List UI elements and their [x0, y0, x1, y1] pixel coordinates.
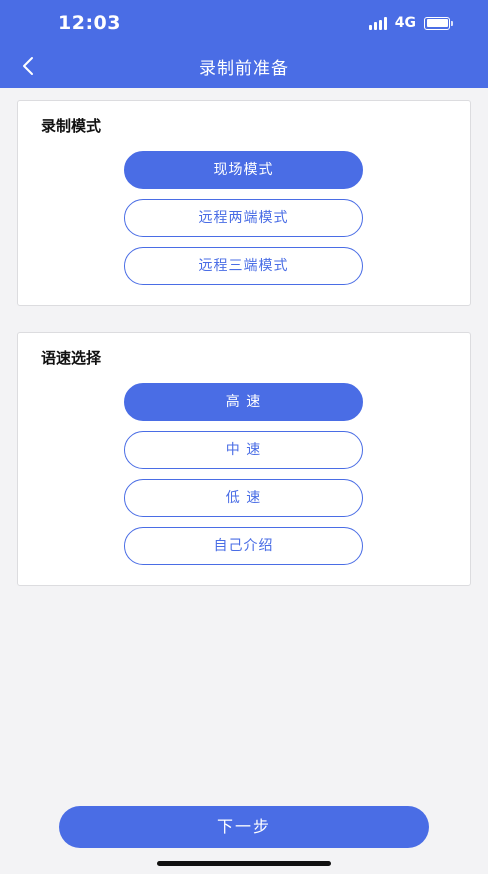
battery-icon [424, 16, 453, 30]
speed-card: 语速选择 高 速 中 速 低 速 自己介绍 [17, 332, 471, 586]
next-button[interactable]: 下一步 [59, 806, 429, 848]
mode-option-remote-three[interactable]: 远程三端模式 [124, 247, 363, 285]
mode-option-remote-two[interactable]: 远程两端模式 [124, 199, 363, 237]
recording-mode-card: 录制模式 现场模式 远程两端模式 远程三端模式 [17, 100, 471, 306]
speed-option-medium[interactable]: 中 速 [124, 431, 363, 469]
status-indicators: 4G [368, 15, 453, 31]
speed-option-low[interactable]: 低 速 [124, 479, 363, 517]
app-header: 12:03 4G 录制前准备 [0, 0, 488, 88]
mode-option-onsite[interactable]: 现场模式 [124, 151, 363, 189]
network-type: 4G [394, 15, 416, 31]
page-title: 录制前准备 [199, 59, 289, 79]
status-bar: 12:03 4G [0, 0, 488, 44]
nav-bar: 录制前准备 [0, 44, 488, 88]
signal-icon [368, 16, 387, 30]
status-time: 12:03 [58, 12, 121, 34]
speed-option-self-intro[interactable]: 自己介绍 [124, 527, 363, 565]
recording-mode-title: 录制模式 [41, 117, 102, 135]
home-indicator [157, 861, 331, 866]
speed-option-high[interactable]: 高 速 [124, 383, 363, 421]
speed-title: 语速选择 [41, 349, 102, 367]
